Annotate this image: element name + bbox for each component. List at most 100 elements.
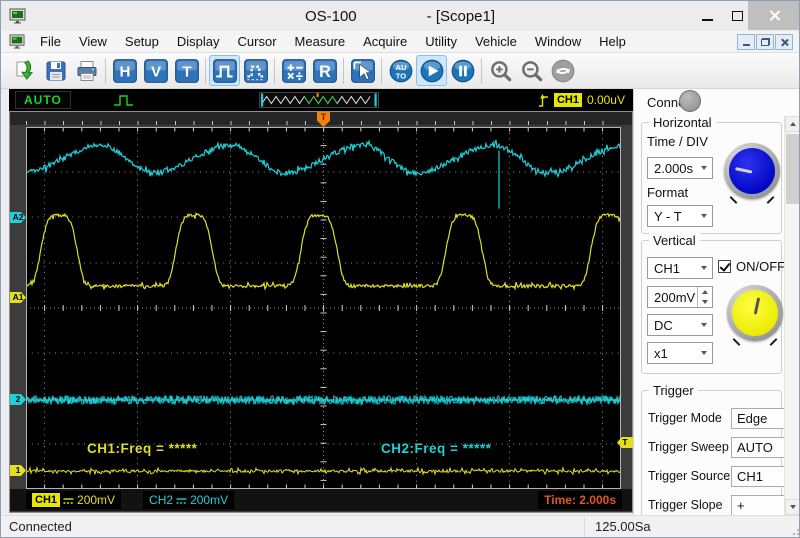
menu-setup[interactable]: Setup [116,32,168,51]
format-value: Y - T [654,208,682,224]
acquisition-mode-badge: AUTO [15,91,71,109]
print-button[interactable] [71,55,102,86]
save-icon [46,61,65,80]
trigger-slope-select[interactable]: + [731,495,786,515]
volt-scale-stepper[interactable]: 200mV [647,286,713,308]
zoom-in-button[interactable] [485,55,516,86]
connect-button[interactable] [679,90,701,112]
ch2-freq-label: CH2:Freq = ***** [381,441,492,456]
ch1-reference-marker-a1[interactable]: A1 [10,292,26,303]
sample-rate: 125.00Sa [595,519,651,534]
trigger-row-label: Trigger Slope [648,498,723,512]
toolbar-separator [105,57,106,84]
scroll-down-button[interactable] [785,499,799,515]
menu-window[interactable]: Window [526,32,590,51]
channel-select[interactable]: CH1 [647,257,713,279]
scroll-up-button[interactable] [785,116,799,132]
coupling-select[interactable]: DC [647,314,713,336]
pause-button[interactable] [447,55,478,86]
vertical-knob[interactable] [727,285,783,341]
ch1-badge: CH1 [32,493,61,507]
pulse-reference-button[interactable] [240,55,271,86]
r-icon: R [312,58,337,83]
pulse-display-button[interactable] [209,55,240,86]
horizontal-group-title: Horizontal [649,115,716,130]
zoom-out-button[interactable] [516,55,547,86]
mdi-close-icon [780,38,789,47]
scope-display[interactable]: T CH1:Freq = ***** CH2:Freq = ***** A2 A… [9,111,633,513]
toolbar-separator [381,57,382,84]
channel-value: CH1 [654,260,681,276]
panel-scrollbar[interactable] [784,116,799,515]
close-button[interactable] [748,1,799,30]
minimize-button[interactable] [693,1,721,30]
title-bar: OS-100 - [Scope1] [1,1,799,31]
toolbar-separator [481,57,482,84]
zoom-out-icon [521,60,542,81]
time-div-select[interactable]: 2.000s [647,157,713,179]
auto-icon: AU TO [389,59,412,82]
mdi-minimize-button[interactable] [737,34,755,50]
svg-text:T: T [182,63,192,80]
time-div-label: Time / DIV [647,134,708,149]
mdi-restore-button[interactable] [756,34,774,50]
menu-display[interactable]: Display [168,32,229,51]
run-button[interactable] [416,55,447,86]
cursor-button[interactable] [347,55,378,86]
stepper-buttons[interactable] [697,287,712,307]
mdi-close-button[interactable] [775,34,793,50]
ch2-ground-marker[interactable]: 2 [10,394,26,405]
trigger-readout: CH1 0.00uV [538,89,625,111]
ch1-ground-marker[interactable]: 1 [10,465,26,476]
open-button[interactable] [9,55,40,86]
waveform-preview[interactable] [259,92,379,108]
trigger-row-label: Trigger Source [648,469,731,483]
menu-help[interactable]: Help [590,32,635,51]
horizontal-knob[interactable] [724,143,780,199]
vertical-group-title: Vertical [649,233,700,248]
trigger-setup-button[interactable]: T [171,55,202,86]
svg-text:R: R [319,62,331,80]
svg-text:AU: AU [395,62,406,71]
maximize-button[interactable] [723,1,751,30]
trigger-sweep-select[interactable]: AUTO [731,437,786,458]
menu-cursor[interactable]: Cursor [229,32,286,51]
horizontal-group: Horizontal Time / DIV 2.000s Format Y - … [641,115,782,234]
menu-items: File View Setup Display Cursor Measure Acquire… [31,32,635,51]
probe-select[interactable]: x1 [647,342,713,364]
vertical-setup-button[interactable]: V [140,55,171,86]
close-icon [768,9,781,22]
ch2-reference-marker-a2[interactable]: A2 [10,212,26,223]
save-button[interactable] [40,55,71,86]
trigger-source-select[interactable]: CH1 [731,466,786,487]
scope-info-bar: CH1 200mV CH2 200mV Time: 2.000s [10,489,632,511]
trigger-row-label: Trigger Sweep [648,440,729,454]
scrollbar-thumb[interactable] [786,134,799,204]
menu-vehicle[interactable]: Vehicle [466,32,526,51]
format-label: Format [647,185,689,200]
format-select[interactable]: Y - T [647,205,713,227]
menu-file[interactable]: File [31,32,70,51]
statusbar-separator [584,518,585,537]
math-button[interactable] [278,55,309,86]
window-title: OS-100 [304,7,357,25]
menu-utility[interactable]: Utility [416,32,466,51]
reference-button[interactable]: R [309,55,340,86]
menu-acquire[interactable]: Acquire [354,32,416,51]
print-icon [77,60,96,81]
chevron-down-icon [701,214,707,218]
scope-status-strip: AUTO CH1 0.00uV [9,89,633,111]
step-down-icon [702,300,708,304]
status-bar: Connected 125.00Sa [1,515,799,537]
resize-grip[interactable] [793,533,795,535]
menu-measure[interactable]: Measure [286,32,355,51]
transfer-button[interactable] [547,55,578,86]
trigger-edge-icon [538,93,548,107]
trigger-row-label: Trigger Mode [648,411,722,425]
onoff-checkbox[interactable] [718,260,731,273]
trigger-mode-select[interactable]: Edge [731,408,786,429]
preview-waveform [261,93,377,107]
menu-view[interactable]: View [70,32,116,51]
horizontal-setup-button[interactable]: H [109,55,140,86]
auto-set-button[interactable]: AU TO [385,55,416,86]
